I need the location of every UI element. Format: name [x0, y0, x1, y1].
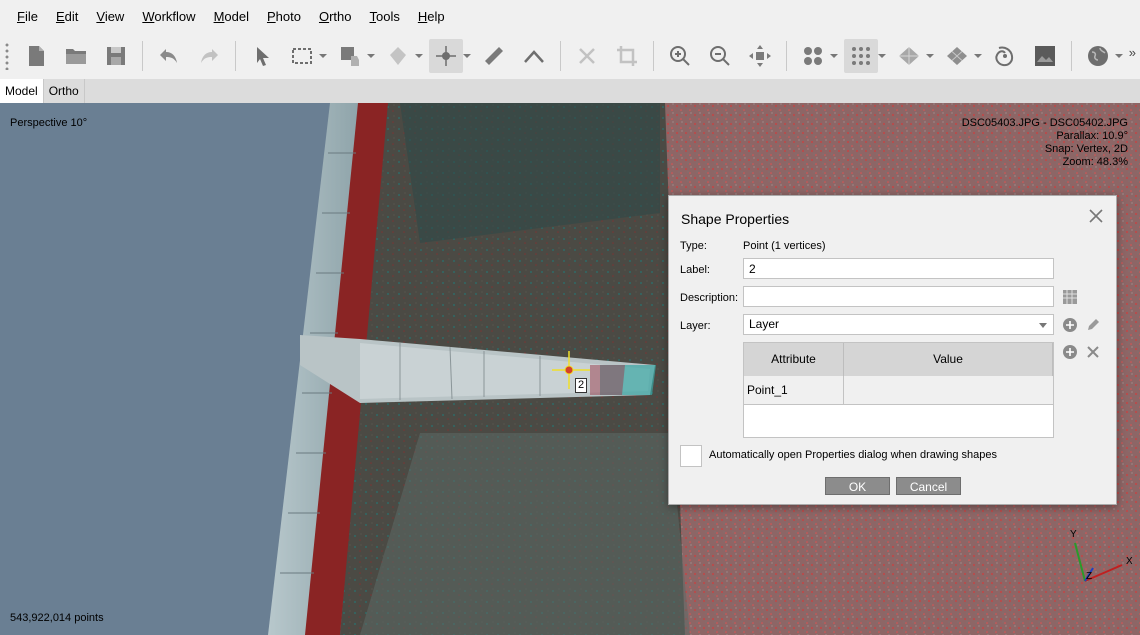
- toolbar-separator: [235, 41, 236, 71]
- menu-photo[interactable]: Photo: [258, 0, 310, 33]
- ortho-icon[interactable]: [1028, 39, 1062, 73]
- tab-ortho[interactable]: Ortho: [44, 79, 85, 103]
- globe-icon[interactable]: [1081, 39, 1115, 73]
- type-label: Type:: [680, 240, 707, 252]
- ok-button[interactable]: OK: [825, 477, 890, 495]
- image-pair-label: DSC05403.JPG - DSC05402.JPG: [961, 117, 1128, 129]
- layer-label: Layer:: [680, 320, 711, 332]
- axis-x-label: X: [1126, 556, 1133, 567]
- globe-dropdown-arrow[interactable]: [1114, 39, 1124, 73]
- point-dropdown-arrow[interactable]: [462, 39, 472, 73]
- open-folder-icon[interactable]: [59, 39, 93, 73]
- label-input[interactable]: [743, 258, 1054, 279]
- navigation-arrow-icon[interactable]: [245, 39, 279, 73]
- attribute-column-header[interactable]: Attribute: [744, 343, 844, 376]
- type-value: Point (1 vertices): [743, 240, 826, 252]
- attribute-cell[interactable]: Point_1: [744, 376, 844, 405]
- menu-edit[interactable]: Edit: [47, 0, 87, 33]
- layer-select-value: Layer: [749, 317, 780, 331]
- close-icon[interactable]: [1088, 208, 1104, 224]
- polygon-dropdown-arrow[interactable]: [366, 39, 376, 73]
- toolbar-separator: [653, 41, 654, 71]
- fill-dropdown-arrow[interactable]: [414, 39, 424, 73]
- dem-icon[interactable]: [988, 39, 1022, 73]
- point-cloud-dropdown-arrow[interactable]: [877, 39, 887, 73]
- menu-file[interactable]: File: [8, 0, 47, 33]
- draw-polygon-icon[interactable]: [333, 39, 367, 73]
- tiled-model-dropdown-arrow[interactable]: [973, 39, 983, 73]
- chevron-down-icon: [1039, 323, 1047, 328]
- menu-ortho[interactable]: Ortho: [310, 0, 361, 33]
- ruler-icon[interactable]: [477, 39, 511, 73]
- tab-model[interactable]: Model: [0, 79, 44, 103]
- polyline-icon[interactable]: [517, 39, 551, 73]
- dialog-title: Shape Properties: [681, 211, 790, 227]
- shape-fill-icon[interactable]: [381, 39, 415, 73]
- toolbar-overflow-button[interactable]: »: [1129, 45, 1136, 60]
- toolbar-separator: [786, 41, 787, 71]
- menu-workflow[interactable]: Workflow: [133, 0, 204, 33]
- menubar: File Edit View Workflow Model Photo Orth…: [0, 0, 1140, 33]
- description-label: Description:: [680, 292, 739, 304]
- value-cell[interactable]: [844, 376, 1053, 405]
- toolbar-separator: [1071, 41, 1072, 71]
- mesh-dropdown-arrow[interactable]: [925, 39, 935, 73]
- tiled-model-icon[interactable]: [940, 39, 974, 73]
- view-info: DSC05403.JPG - DSC05402.JPG Parallax: 10…: [962, 117, 1128, 169]
- point-cloud-icon[interactable]: [844, 39, 878, 73]
- toolbar-separator: [560, 41, 561, 71]
- menu-view[interactable]: View: [87, 0, 133, 33]
- point-marker-label: 2: [575, 378, 588, 393]
- value-column-header[interactable]: Value: [844, 343, 1053, 376]
- add-layer-icon[interactable]: [1062, 317, 1078, 333]
- crop-icon[interactable]: [610, 39, 644, 73]
- undo-icon[interactable]: [152, 39, 186, 73]
- reset-view-icon[interactable]: [743, 39, 777, 73]
- view-tabs: Model Ortho: [0, 79, 1140, 103]
- edit-layer-icon[interactable]: [1085, 317, 1101, 333]
- selection-dropdown-arrow[interactable]: [318, 39, 328, 73]
- axis-z-label: Z: [1086, 571, 1092, 582]
- shape-properties-dialog: Shape Properties Type: Point (1 vertices…: [668, 195, 1117, 505]
- description-table-icon[interactable]: [1062, 289, 1078, 305]
- new-file-icon[interactable]: [19, 39, 53, 73]
- label-label: Label:: [680, 264, 710, 276]
- menu-tools[interactable]: Tools: [361, 0, 409, 33]
- toolbar-separator: [142, 41, 143, 71]
- zoom-out-icon[interactable]: [703, 39, 737, 73]
- toolbar: »: [0, 33, 1140, 79]
- parallax-label: Parallax: 10.9°: [1056, 130, 1128, 142]
- zoom-label: Zoom: 48.3%: [1062, 156, 1128, 168]
- menu-model[interactable]: Model: [205, 0, 258, 33]
- attributes-table: Attribute Value Point_1: [743, 342, 1054, 438]
- cancel-button[interactable]: Cancel: [896, 477, 961, 495]
- snap-label: Snap: Vertex, 2D: [1044, 143, 1128, 155]
- points-count-label: 543,922,014 points: [10, 612, 104, 624]
- tie-points-icon[interactable]: [796, 39, 830, 73]
- layer-select[interactable]: Layer: [743, 314, 1054, 335]
- mesh-icon[interactable]: [892, 39, 926, 73]
- add-attribute-icon[interactable]: [1062, 344, 1078, 360]
- view-mode-label: Perspective 10°: [10, 117, 88, 129]
- delete-icon[interactable]: [570, 39, 604, 73]
- zoom-in-icon[interactable]: [663, 39, 697, 73]
- rectangle-selection-icon[interactable]: [285, 39, 319, 73]
- axis-y-label: Y: [1070, 529, 1077, 540]
- auto-open-checkbox[interactable]: [680, 445, 702, 467]
- description-input[interactable]: [743, 286, 1054, 307]
- draw-point-icon[interactable]: [429, 39, 463, 73]
- tie-points-dropdown-arrow[interactable]: [829, 39, 839, 73]
- remove-attribute-icon[interactable]: [1085, 344, 1101, 360]
- toolbar-grip[interactable]: [4, 42, 10, 70]
- auto-open-label: Automatically open Properties dialog whe…: [709, 449, 998, 461]
- menu-help[interactable]: Help: [409, 0, 454, 33]
- redo-icon[interactable]: [192, 39, 226, 73]
- save-icon[interactable]: [99, 39, 133, 73]
